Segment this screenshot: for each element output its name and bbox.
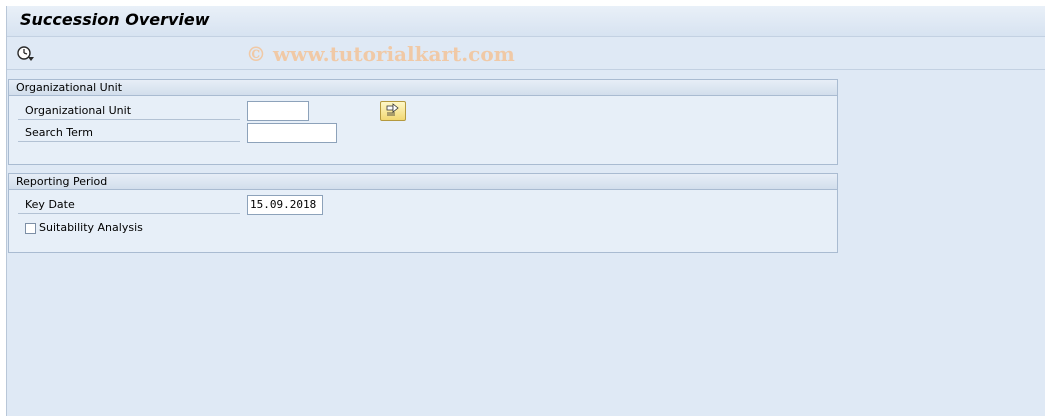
application-toolbar: © www.tutorialkart.com xyxy=(7,37,1045,70)
search-term-input[interactable] xyxy=(247,123,337,143)
search-term-label: Search Term xyxy=(18,124,240,142)
execute-clock-icon xyxy=(17,46,34,61)
key-date-label: Key Date xyxy=(18,196,240,214)
org-unit-label: Organizational Unit xyxy=(18,102,240,120)
sap-window: Succession Overview © www.tutorialkart.c… xyxy=(6,6,1045,416)
reporting-period-group: Reporting Period Key Date 15.09.2018 Sui… xyxy=(8,173,838,253)
watermark-text: © www.tutorialkart.com xyxy=(246,42,515,66)
more-selection-button[interactable] xyxy=(380,101,406,121)
org-unit-group-header: Organizational Unit xyxy=(9,80,837,96)
arrow-right-icon xyxy=(386,103,399,116)
org-unit-input[interactable] xyxy=(247,101,309,121)
suitability-analysis-checkbox[interactable] xyxy=(25,223,36,234)
page-title: Succession Overview xyxy=(20,10,210,29)
org-unit-group: Organizational Unit Organizational Unit … xyxy=(8,79,838,165)
title-bar: Succession Overview xyxy=(7,6,1045,37)
suitability-analysis-label: Suitability Analysis xyxy=(39,221,143,234)
key-date-input[interactable]: 15.09.2018 xyxy=(247,195,323,215)
selection-screen: Organizational Unit Organizational Unit … xyxy=(7,70,1045,416)
reporting-period-group-header: Reporting Period xyxy=(9,174,837,190)
execute-button[interactable] xyxy=(15,43,35,63)
